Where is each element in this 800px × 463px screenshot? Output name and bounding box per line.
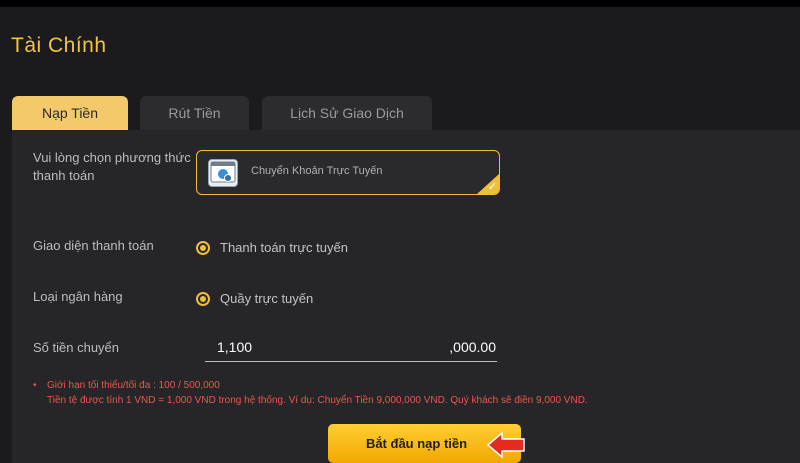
radio-selected-icon	[196, 291, 210, 306]
arrow-pointer-icon	[486, 431, 525, 459]
tab-deposit[interactable]: Nạp Tiền	[12, 96, 128, 130]
tab-withdraw[interactable]: Rút Tiền	[140, 96, 249, 130]
tab-transaction-history[interactable]: Lịch Sử Giao Dịch	[262, 96, 432, 130]
page-title: Tài Chính	[11, 34, 107, 57]
check-icon: ✓	[487, 181, 497, 193]
conversion-note: Tiền tệ được tính 1 VND = 1,000 VND tron…	[47, 395, 588, 406]
radio-selected-icon	[196, 240, 210, 255]
amount-field: ,000.00	[205, 336, 497, 362]
bank-type-option: Quầy trực tuyến	[220, 291, 314, 306]
payment-method-option[interactable]: Chuyển Khoản Trực Tuyến ✓	[196, 150, 500, 195]
amount-label: Số tiền chuyển	[33, 340, 120, 355]
payment-method-option-label: Chuyển Khoản Trực Tuyến	[251, 165, 383, 177]
bank-type-label: Loại ngân hàng	[33, 289, 123, 304]
limit-note: Giới hạn tối thiểu/tối đa : 100 / 500,00…	[47, 380, 220, 391]
payment-interface-option: Thanh toán trực tuyến	[220, 240, 348, 255]
amount-input[interactable]	[217, 338, 417, 356]
payment-interface-label: Giao diện thanh toán	[33, 238, 154, 253]
payment-method-label: Vui lòng chọn phương thức thanh toán	[33, 150, 191, 183]
limit-notes: • Giới hạn tối thiểu/tối đa : 100 / 500,0…	[33, 380, 588, 406]
amount-suffix: ,000.00	[449, 339, 496, 355]
top-bar	[0, 0, 800, 7]
bank-type-radio[interactable]: Quầy trực tuyến	[196, 291, 313, 306]
payment-interface-radio[interactable]: Thanh toán trực tuyến	[196, 240, 348, 255]
bank-transfer-icon	[208, 159, 238, 187]
